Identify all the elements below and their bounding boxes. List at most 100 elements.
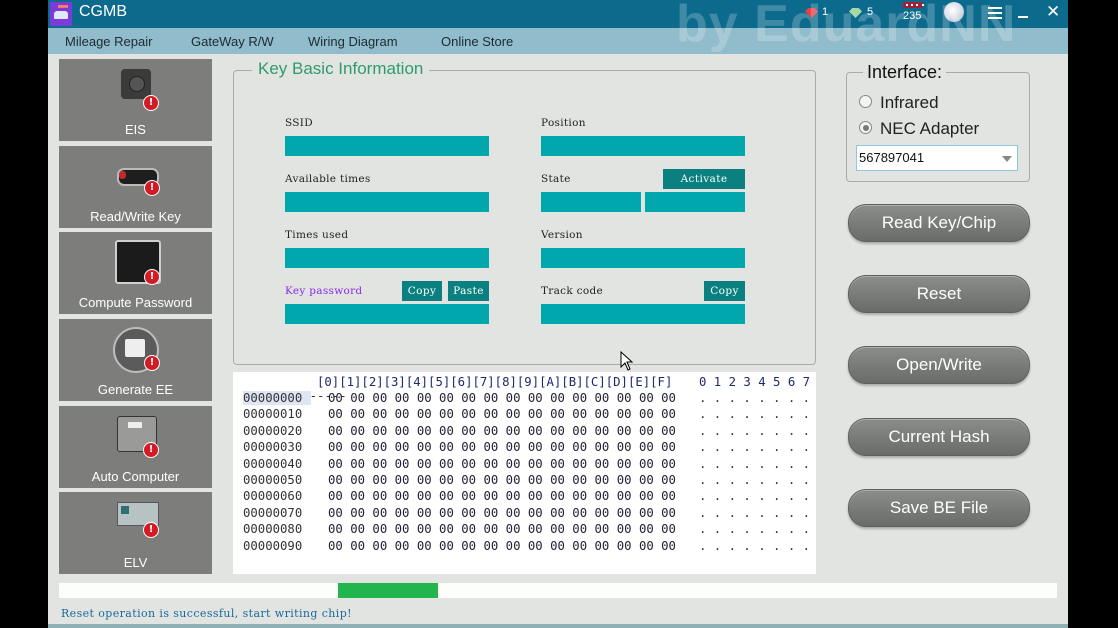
hex-ascii: . . . . . . . . [699, 440, 811, 455]
sidebar-item-label: Auto Computer [91, 468, 180, 484]
menu-mileage-repair[interactable]: Mileage Repair [65, 34, 152, 49]
sidebar-item-eis[interactable]: ! EIS [59, 59, 212, 141]
hex-bytes[interactable]: 00 00 00 00 00 00 00 00 00 00 00 00 00 0… [328, 440, 676, 454]
hex-address[interactable]: 00000080 [243, 522, 311, 536]
hex-viewer[interactable]: -------- [0][1][2][3][4][5][6][7][8][9][… [233, 372, 816, 574]
mouse-cursor-icon [620, 351, 634, 371]
hex-bytes[interactable]: 00 00 00 00 00 00 00 00 00 00 00 00 00 0… [328, 522, 676, 536]
hex-bytes[interactable]: 00 00 00 00 00 00 00 00 00 00 00 00 00 0… [328, 506, 676, 520]
hex-address[interactable]: 00000020 [243, 424, 311, 438]
hex-row[interactable]: 00000050 00 00 00 00 00 00 00 00 00 00 00… [243, 473, 810, 489]
hex-address[interactable]: 00000030 [243, 440, 311, 454]
key-password-copy-button[interactable]: Copy [402, 281, 442, 301]
menu-gateway-rw[interactable]: GateWay R/W [191, 34, 274, 49]
hex-row[interactable]: 00000020 00 00 00 00 00 00 00 00 00 00 00… [243, 424, 810, 440]
sidebar-item-label: ELV [123, 555, 148, 571]
hex-bytes[interactable]: 00 00 00 00 00 00 00 00 00 00 00 00 00 0… [328, 407, 676, 421]
state-field-2[interactable] [645, 192, 745, 212]
hex-address[interactable]: 00000050 [243, 473, 311, 487]
sidebar-item-elv[interactable]: ! ELV [59, 492, 212, 575]
sidebar-item-read-write-key[interactable]: ! Read/Write Key [59, 145, 212, 228]
coins-icon [903, 2, 924, 8]
times-used-label: Times used [285, 229, 349, 241]
progress-bar [59, 583, 1057, 598]
hex-ascii: . . . . . . . . [699, 473, 811, 487]
device-select-value: 567897041 [859, 150, 925, 165]
hex-row[interactable]: 00000010 00 00 00 00 00 00 00 00 00 00 00… [243, 407, 810, 423]
menu-bar: Mileage Repair GateWay R/W Wiring Diagra… [48, 28, 1068, 54]
hex-row[interactable]: 00000060 00 00 00 00 00 00 00 00 00 00 00… [243, 489, 810, 505]
version-label: Version [541, 229, 583, 241]
hex-bytes[interactable]: 00 00 00 00 00 00 00 00 00 00 00 00 00 0… [328, 424, 676, 438]
bottom-border [48, 624, 1068, 628]
position-label: Position [541, 117, 586, 129]
hex-row[interactable]: 00000070 00 00 00 00 00 00 00 00 00 00 00… [243, 506, 810, 522]
hex-bytes[interactable]: 00 00 00 00 00 00 00 00 00 00 00 00 00 0… [328, 391, 676, 405]
close-icon[interactable]: ✕ [1046, 2, 1060, 22]
state-field-1[interactable] [541, 192, 641, 212]
hex-header-ascii: 0 1 2 3 4 5 6 7 [699, 375, 811, 389]
key-password-field[interactable] [285, 304, 489, 324]
track-code-copy-button[interactable]: Copy [704, 281, 745, 301]
hex-header-columns: [0][1][2][3][4][5][6][7][8][9][A][B][C][… [317, 375, 673, 389]
chevron-down-icon [1002, 156, 1012, 162]
menu-icon[interactable] [988, 7, 1002, 19]
hex-bytes[interactable]: 00 00 00 00 00 00 00 00 00 00 00 00 00 0… [328, 539, 676, 553]
hex-row[interactable]: 00000030 00 00 00 00 00 00 00 00 00 00 00… [243, 440, 810, 456]
activate-button[interactable]: Activate [663, 169, 745, 189]
app-title: CGMB [79, 3, 127, 20]
sidebar-item-generate-ee[interactable]: ! Generate EE [59, 319, 212, 402]
radio-nec-adapter[interactable]: NEC Adapter [859, 119, 979, 139]
track-code-field[interactable] [541, 304, 745, 324]
coins-count: 235 [903, 10, 922, 22]
minimize-icon[interactable] [1018, 16, 1028, 18]
open-write-button[interactable]: Open/Write [848, 346, 1030, 384]
hex-row[interactable]: 00000040 00 00 00 00 00 00 00 00 00 00 00… [243, 457, 810, 473]
hex-bytes[interactable]: 00 00 00 00 00 00 00 00 00 00 00 00 00 0… [328, 489, 676, 503]
hex-address[interactable]: 00000000 [243, 391, 311, 405]
progress-segment [338, 583, 439, 598]
key-password-label: Key password [285, 285, 363, 297]
radio-infrared[interactable]: Infrared [859, 93, 939, 113]
current-hash-button[interactable]: Current Hash [848, 418, 1030, 456]
hex-ascii: . . . . . . . . [699, 456, 811, 471]
available-times-field[interactable] [285, 192, 489, 212]
hex-address[interactable]: 00000010 [243, 407, 311, 421]
available-times-label: Available times [285, 173, 371, 185]
sidebar-item-label: Generate EE [97, 382, 174, 398]
version-field[interactable] [541, 248, 745, 268]
hex-ascii: . . . . . . . . [699, 538, 811, 553]
times-used-field[interactable] [285, 248, 489, 268]
hex-bytes[interactable]: 00 00 00 00 00 00 00 00 00 00 00 00 00 0… [328, 473, 676, 487]
hex-row[interactable]: 00000080 00 00 00 00 00 00 00 00 00 00 00… [243, 522, 810, 538]
interface-group: Interface: Infrared NEC Adapter 56789704… [846, 62, 1030, 182]
menu-online-store[interactable]: Online Store [441, 34, 513, 49]
reset-button[interactable]: Reset [848, 275, 1030, 313]
hex-address[interactable]: 00000060 [243, 489, 311, 503]
hex-address[interactable]: 00000070 [243, 506, 311, 520]
hex-bytes[interactable]: 00 00 00 00 00 00 00 00 00 00 00 00 00 0… [328, 457, 676, 471]
sidebar-item-label: EIS [125, 122, 146, 137]
menu-wiring-diagram[interactable]: Wiring Diagram [308, 34, 398, 49]
hex-ascii: . . . . . . . . [699, 423, 811, 438]
avatar-icon[interactable] [944, 2, 964, 22]
hex-row[interactable]: 00000000 00 00 00 00 00 00 00 00 00 00 00… [243, 391, 810, 407]
radio-label: NEC Adapter [880, 119, 980, 138]
position-field[interactable] [541, 136, 745, 156]
hex-address[interactable]: 00000040 [243, 457, 311, 471]
ssid-field[interactable] [285, 136, 489, 156]
read-key-chip-button[interactable]: Read Key/Chip [848, 204, 1030, 242]
warning-icon: ! [144, 355, 160, 372]
sidebar-item-compute-password[interactable]: ! Compute Password [59, 232, 212, 315]
key-password-paste-button[interactable]: Paste [448, 281, 489, 301]
group-title: Key Basic Information [252, 59, 430, 79]
device-select[interactable]: 567897041 [856, 145, 1018, 171]
title-bar: CGMB 1 5 235 ✕ [48, 0, 1068, 28]
red-gem-count: 1 [822, 6, 829, 18]
warning-icon: ! [144, 179, 160, 196]
save-be-file-button[interactable]: Save BE File [848, 489, 1030, 527]
hex-row[interactable]: 00000090 00 00 00 00 00 00 00 00 00 00 00… [243, 539, 810, 555]
hex-ascii: . . . . . . . . [699, 505, 811, 520]
sidebar-item-auto-computer[interactable]: ! Auto Computer [59, 405, 212, 488]
hex-address[interactable]: 00000090 [243, 539, 311, 553]
